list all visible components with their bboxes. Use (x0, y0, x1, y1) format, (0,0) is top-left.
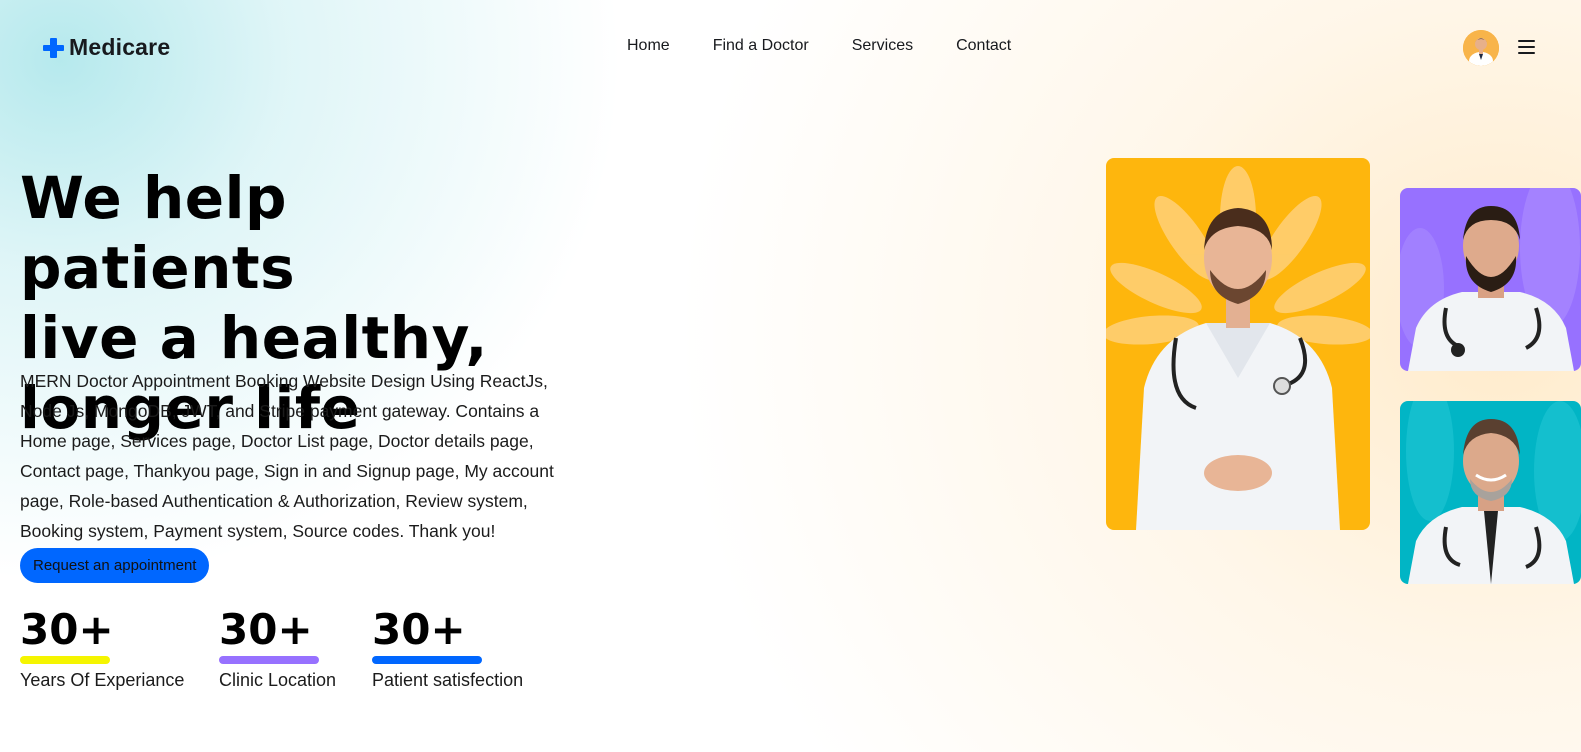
stat-label: Patient satisfection (372, 670, 524, 690)
stat-experience: 30+ Years Of Experiance (20, 606, 184, 691)
hero-title-line-2: live a healthy, (20, 304, 488, 372)
stat-value: 30+ (372, 605, 466, 654)
stat-clinic-location: 30+ Clinic Location (219, 606, 336, 691)
hero-title-line-1: We help patients (20, 164, 296, 302)
logo[interactable]: Medicare (43, 34, 170, 61)
hero-description: MERN Doctor Appointment Booking Website … (20, 371, 554, 541)
nav-contact[interactable]: Contact (956, 37, 1011, 55)
stat-bar-purple (219, 656, 319, 664)
nav-services[interactable]: Services (852, 37, 913, 55)
nav-home[interactable]: Home (627, 37, 670, 55)
stat-value: 30+ (20, 605, 114, 654)
request-appointment-button[interactable]: Request an appointment (20, 548, 210, 583)
avatar-doctor-icon (1463, 30, 1499, 66)
stat-bar-blue (372, 656, 482, 664)
doctor-illustration (1400, 188, 1580, 371)
stat-bar-yellow (20, 656, 110, 664)
stat-value: 30+ (219, 605, 313, 654)
doctor-photo-purple (1400, 188, 1581, 371)
doctor-photo-yellow (1106, 158, 1370, 530)
doctor-illustration (1106, 166, 1370, 530)
stat-label: Clinic Location (219, 670, 337, 690)
hamburger-menu-icon[interactable] (1518, 40, 1536, 56)
doctor-photo-teal (1400, 401, 1581, 584)
stat-label: Years Of Experiance (20, 670, 185, 690)
stat-patient-satisfaction: 30+ Patient satisfection (372, 606, 523, 691)
doctor-illustration (1406, 401, 1581, 584)
logo-text: Medicare (69, 34, 171, 60)
nav-find-a-doctor[interactable]: Find a Doctor (713, 37, 809, 55)
user-avatar[interactable] (1463, 30, 1499, 66)
medical-cross-icon (43, 37, 65, 59)
main-nav: Home Find a Doctor Services Contact (627, 37, 1054, 55)
site-header: Medicare Home Find a Doctor Services Con… (0, 0, 1581, 97)
